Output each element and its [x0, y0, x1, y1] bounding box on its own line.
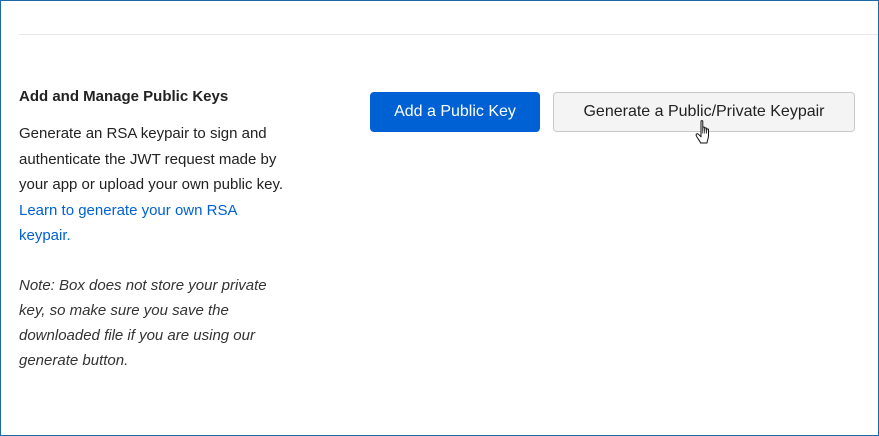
section-description: Generate an RSA keypair to sign and auth… [19, 121, 319, 249]
description-line: Generate an RSA keypair to sign and [19, 125, 267, 142]
note-line: downloaded file if you are using our [19, 326, 255, 344]
note-line: generate button. [19, 351, 129, 369]
description-line: authenticate the JWT request made by [19, 150, 277, 168]
generate-keypair-button[interactable]: Generate a Public/Private Keypair [553, 92, 855, 132]
private-key-note: Note: Box does not store your private ke… [19, 273, 319, 373]
note-line: Note: Box does not store your private [19, 276, 267, 294]
section-divider [19, 34, 878, 35]
description-line: your app or upload your own public key. [19, 176, 284, 193]
section-title: Add and Manage Public Keys [19, 88, 229, 105]
learn-rsa-keypair-link[interactable]: Learn to generate your own RSA keypair. [19, 202, 237, 245]
app-frame: Add and Manage Public Keys Generate an R… [0, 0, 879, 436]
add-public-key-button[interactable]: Add a Public Key [370, 92, 540, 132]
note-line: key, so make sure you save the [19, 301, 229, 319]
public-keys-section: Add and Manage Public Keys Generate an R… [19, 87, 319, 373]
